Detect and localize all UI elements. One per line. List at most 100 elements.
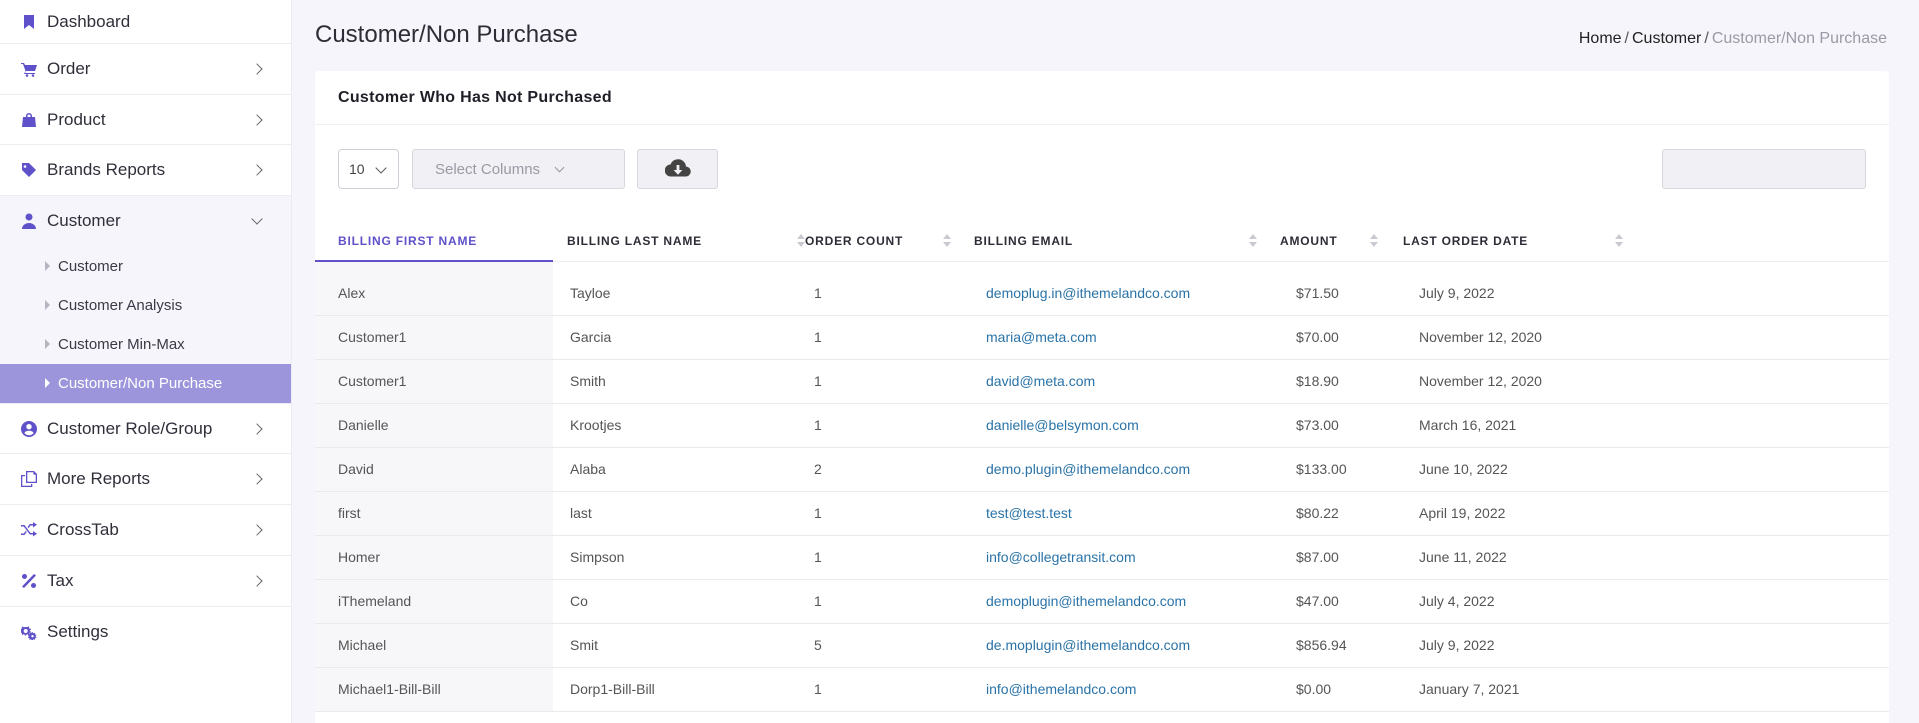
last-order-date-cell: April 19, 2022: [1419, 505, 1506, 521]
chevron-right-icon: [251, 113, 263, 126]
page-size-select[interactable]: 10: [338, 149, 399, 189]
sidebar-item-label: Order: [47, 58, 91, 78]
order-count-cell: 1: [814, 417, 822, 433]
email-cell[interactable]: demoplugin@ithemelandco.com: [961, 579, 1267, 623]
amount-cell: $856.94: [1296, 637, 1347, 653]
order-count-cell: 1: [814, 285, 822, 301]
search-input[interactable]: [1662, 149, 1866, 189]
email-cell[interactable]: maria@meta.com: [961, 315, 1267, 359]
amount-cell: $0.00: [1296, 681, 1332, 697]
email-cell[interactable]: demoplug.in@ithemelandco.com: [961, 261, 1267, 315]
sidebar-item-crosstab[interactable]: CrossTab: [0, 505, 291, 556]
amount-cell: $87.00: [1296, 549, 1339, 565]
first-name-cell: Michael1-Bill-Bill: [315, 667, 553, 711]
table-body: Alex Tayloe 1 demoplug.in@ithemelandco.com $…: [315, 261, 1889, 711]
download-button[interactable]: [637, 149, 718, 189]
email-cell[interactable]: demo.plugin@ithemelandco.com: [961, 447, 1267, 491]
cart-icon: [20, 60, 38, 78]
last-name-cell: last: [570, 505, 592, 521]
sidebar-item-label: Settings: [47, 621, 109, 641]
amount-cell: $47.00: [1296, 593, 1339, 609]
table-row: Michael1-Bill-Bill Dorp1-Bill-Bill 1 info@i…: [315, 667, 1889, 711]
amount-cell: $70.00: [1296, 329, 1339, 345]
last-name-cell: Garcia: [570, 329, 612, 345]
last-name-cell: Co: [570, 593, 588, 609]
last-order-date-cell: November 12, 2020: [1419, 373, 1542, 389]
shopping-bag-icon: [20, 111, 38, 129]
order-count-cell: 1: [814, 593, 822, 609]
card-title: Customer Who Has Not Purchased: [315, 71, 1889, 125]
last-name-cell: Simpson: [570, 549, 625, 565]
first-name-cell: Danielle: [315, 403, 553, 447]
email-cell[interactable]: test@test.test: [961, 491, 1267, 535]
column-header-last-order-date[interactable]: LAST ORDER DATE: [1390, 221, 1889, 262]
email-cell[interactable]: david@meta.com: [961, 359, 1267, 403]
first-name-cell: first: [315, 491, 553, 535]
sort-icon: [1249, 234, 1257, 248]
table-row: David Alaba 2 demo.plugin@ithemelandco.com $…: [315, 447, 1889, 491]
email-cell[interactable]: info@collegetransit.com: [961, 535, 1267, 579]
first-name-cell: Alex: [315, 261, 553, 315]
chevron-right-icon: [251, 524, 263, 536]
customers-table: BILLING FIRST NAME BILLING LAST NAME ORD…: [315, 221, 1889, 712]
breadcrumb-customer[interactable]: Customer: [1632, 30, 1701, 47]
table-row: Michael Smit 5 de.moplugin@ithemelandco.com…: [315, 623, 1889, 667]
last-order-date-cell: July 4, 2022: [1419, 593, 1495, 609]
sidebar-item-label: Brands Reports: [47, 160, 166, 180]
sidebar-item-customer[interactable]: Customer: [0, 196, 291, 247]
column-header-amount[interactable]: AMOUNT: [1267, 221, 1390, 262]
sidebar-item-product[interactable]: Product: [0, 95, 291, 146]
select-columns-dropdown[interactable]: Select Columns: [412, 149, 625, 189]
sidebar-item-settings[interactable]: Settings: [0, 607, 291, 658]
table-row: Customer1 Smith 1 david@meta.com $18.90 Novem…: [315, 359, 1889, 403]
column-header-billing-first-name[interactable]: BILLING FIRST NAME: [315, 221, 553, 262]
sidebar-item-more-reports[interactable]: More Reports: [0, 454, 291, 506]
last-order-date-cell: July 9, 2022: [1419, 285, 1495, 301]
submenu-item-customer[interactable]: Customer: [0, 247, 291, 286]
last-order-date-cell: November 12, 2020: [1419, 329, 1542, 345]
chevron-right-icon: [251, 63, 263, 75]
order-count-cell: 1: [814, 505, 822, 521]
amount-cell: $71.50: [1296, 285, 1339, 301]
last-name-cell: Dorp1-Bill-Bill: [570, 681, 655, 697]
sort-icon: [1615, 234, 1623, 248]
first-name-cell: Customer1: [315, 359, 553, 403]
column-header-billing-last-name[interactable]: BILLING LAST NAME: [553, 221, 805, 262]
column-header-order-count[interactable]: ORDER COUNT: [791, 221, 961, 262]
last-name-cell: Alaba: [570, 461, 606, 477]
sidebar-item-label: Product: [47, 109, 106, 129]
email-cell[interactable]: danielle@belsymon.com: [961, 403, 1267, 447]
sidebar-item-order[interactable]: Order: [0, 44, 291, 95]
table-row: Homer Simpson 1 info@collegetransit.com $87.…: [315, 535, 1889, 579]
amount-cell: $80.22: [1296, 505, 1339, 521]
last-name-cell: Tayloe: [570, 285, 611, 301]
chevron-right-icon: [251, 164, 263, 176]
submenu-item-customer-analysis[interactable]: Customer Analysis: [0, 286, 291, 325]
select-columns-label: Select Columns: [435, 160, 541, 178]
sidebar-item-brands-reports[interactable]: Brands Reports: [0, 145, 291, 197]
sidebar-item-label: Customer Role/Group: [47, 418, 213, 438]
first-name-cell: David: [315, 447, 553, 491]
page-title: Customer/Non Purchase: [315, 21, 578, 48]
breadcrumb-home[interactable]: Home: [1579, 30, 1622, 47]
column-header-billing-email[interactable]: BILLING EMAIL: [961, 221, 1267, 262]
sidebar-item-dashboard[interactable]: Dashboard: [0, 0, 291, 44]
order-count-cell: 5: [814, 637, 822, 653]
email-cell[interactable]: de.moplugin@ithemelandco.com: [961, 623, 1267, 667]
table-row: Customer1 Garcia 1 maria@meta.com $70.00 Nove…: [315, 315, 1889, 359]
submenu-item-customer-min-max[interactable]: Customer Min-Max: [0, 325, 291, 364]
sidebar-item-customer-role-group[interactable]: Customer Role/Group: [0, 404, 291, 455]
submenu-item-customer-non-purchase[interactable]: Customer/Non Purchase: [0, 363, 291, 403]
caret-right-icon: [45, 339, 50, 350]
order-count-cell: 1: [814, 373, 822, 389]
chevron-right-icon: [251, 473, 263, 485]
table-row: iThemeland Co 1 demoplugin@ithemelandco.com…: [315, 579, 1889, 623]
shuffle-icon: [20, 521, 38, 539]
sidebar-item-label: More Reports: [47, 469, 150, 489]
sidebar-item-tax[interactable]: Tax: [0, 556, 291, 607]
page-size-value: 10: [349, 161, 365, 177]
sidebar-item-label: Customer: [47, 211, 121, 231]
caret-right-icon: [45, 378, 50, 389]
chevron-down-icon: [554, 162, 565, 173]
email-cell[interactable]: info@ithemelandco.com: [961, 667, 1267, 711]
